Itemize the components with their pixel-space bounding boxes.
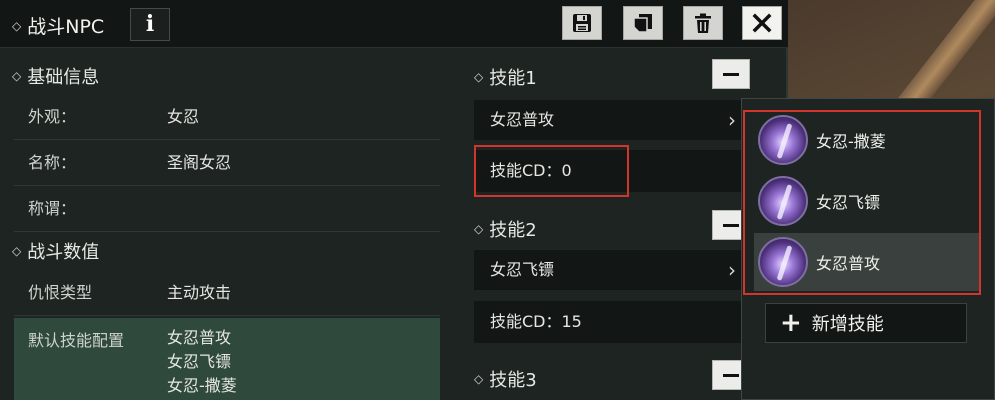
skill-1-name: 女忍普攻 <box>490 110 555 129</box>
window-title-text: 战斗NPC <box>27 16 105 38</box>
combat-stats-header: ◇ 战斗数值 <box>12 238 99 264</box>
delete-button[interactable] <box>683 6 723 40</box>
add-skill-button[interactable]: + 新增技能 <box>765 303 967 343</box>
skill-2-header: ◇ 技能2 <box>474 216 537 242</box>
default-skill-list: 女忍普攻 女忍飞镖 女忍-撒菱 <box>167 326 237 398</box>
diamond-icon: ◇ <box>474 372 484 386</box>
skill-3-title: 技能3 <box>489 370 537 391</box>
combat-stats-title: 战斗数值 <box>27 242 100 263</box>
minus-icon <box>723 223 739 227</box>
title-label: 称谓： <box>28 199 77 218</box>
skill-1-title: 技能1 <box>489 68 537 89</box>
minus-icon <box>723 373 739 377</box>
diamond-icon: ◇ <box>474 222 484 236</box>
info-button[interactable]: i <box>130 8 170 41</box>
skill-2-title: 技能2 <box>489 220 537 241</box>
add-skill-label: 新增技能 <box>811 314 884 335</box>
info-icon: i <box>145 11 155 37</box>
skill-3-header: ◇ 技能3 <box>474 366 537 392</box>
name-value: 圣阁女忍 <box>167 153 232 172</box>
chevron-right-icon: › <box>728 108 736 132</box>
default-skill-item: 女忍飞镖 <box>167 352 232 371</box>
skill-1-header: ◇ 技能1 <box>474 64 537 90</box>
name-label: 名称： <box>28 153 77 172</box>
window-title: ◇ 战斗NPC <box>12 12 104 39</box>
close-icon <box>752 13 772 33</box>
name-row[interactable]: 名称： 圣阁女忍 <box>14 140 440 186</box>
title-row[interactable]: 称谓： <box>14 186 440 232</box>
skill-2-cd-label: 技能CD： <box>490 312 562 331</box>
trash-icon <box>695 13 711 33</box>
floppy-disk-icon <box>573 14 591 32</box>
hate-type-row[interactable]: 仇恨类型 主动攻击 <box>14 270 440 316</box>
default-skill-config[interactable]: 默认技能配置 女忍普攻 女忍飞镖 女忍-撒菱 <box>14 318 440 400</box>
minus-icon <box>723 72 739 76</box>
skill-2-name: 女忍飞镖 <box>490 260 555 279</box>
hate-type-value: 主动攻击 <box>167 283 232 302</box>
npc-editor-panel: ◇ 战斗NPC i ◇ 基础信息 外观： 女忍 名称： 圣阁女忍 称谓： ◇ 战… <box>0 0 788 400</box>
basic-info-title: 基础信息 <box>27 67 100 88</box>
plus-icon: + <box>780 308 802 338</box>
default-skill-config-label: 默认技能配置 <box>28 331 125 350</box>
basic-info-header: ◇ 基础信息 <box>12 63 99 89</box>
skill-2-select[interactable]: 女忍飞镖 › <box>474 250 744 290</box>
default-skill-item: 女忍-撒菱 <box>167 376 237 395</box>
skill-2-cd-value: 15 <box>561 312 582 331</box>
copy-button[interactable] <box>623 6 663 40</box>
skill-2-cd-field[interactable]: 技能CD：15 <box>474 301 744 343</box>
remove-skill-1-button[interactable] <box>712 59 750 89</box>
hate-type-label: 仇恨类型 <box>28 283 93 302</box>
skill-1-select[interactable]: 女忍普攻 › <box>474 100 744 140</box>
diamond-icon: ◇ <box>474 70 484 84</box>
save-button[interactable] <box>562 6 602 40</box>
appearance-label: 外观： <box>28 107 77 126</box>
diamond-icon: ◇ <box>12 69 22 83</box>
highlight-box <box>743 110 981 295</box>
highlight-box <box>474 145 629 197</box>
diamond-icon: ◇ <box>12 18 22 33</box>
close-button[interactable] <box>742 6 782 40</box>
title-bar: ◇ 战斗NPC i <box>0 0 788 48</box>
appearance-row[interactable]: 外观： 女忍 <box>14 94 440 140</box>
diamond-icon: ◇ <box>12 244 22 258</box>
default-skill-item: 女忍普攻 <box>167 328 232 347</box>
chevron-right-icon: › <box>728 258 736 282</box>
appearance-value: 女忍 <box>167 107 200 126</box>
copy-icon <box>633 14 652 33</box>
